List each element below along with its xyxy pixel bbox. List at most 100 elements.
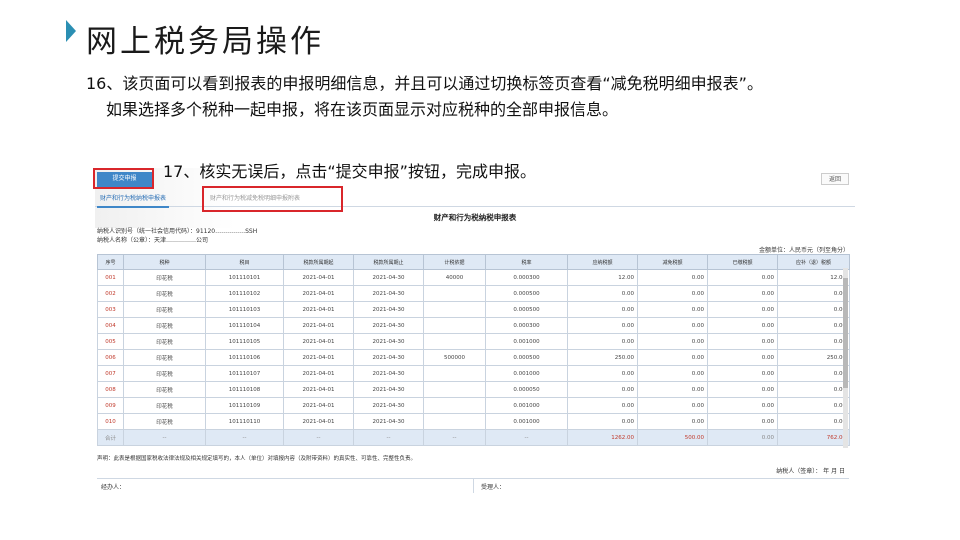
table-cell: 004 xyxy=(97,317,124,334)
table-cell: 009 xyxy=(97,397,124,414)
table-cell: 2021-04-30 xyxy=(353,301,424,318)
table-cell: 印花税 xyxy=(123,413,206,430)
table-cell: 002 xyxy=(97,285,124,302)
table-cell: 0.00 xyxy=(567,381,638,398)
tab-tax-declaration[interactable]: 财产和行为税纳税申报表 xyxy=(97,192,170,208)
table-cell xyxy=(423,333,486,350)
table-cell: 印花税 xyxy=(123,381,206,398)
table-cell: 2021-04-01 xyxy=(283,269,354,286)
column-header: 减免税额 xyxy=(637,254,708,270)
table-cell: 2021-04-01 xyxy=(283,413,354,430)
table-cell: 2021-04-30 xyxy=(353,365,424,382)
amount-unit: 金额单位：人民币元（列至角分） xyxy=(758,247,849,254)
table-row: 003 印花税 101110103 2021-04-01 2021-04-30 0.000… xyxy=(97,301,850,318)
table-cell xyxy=(423,301,486,318)
table-cell: 007 xyxy=(97,365,124,382)
table-cell: 101110101 xyxy=(205,269,284,286)
table-cell: 0.00 xyxy=(637,333,708,350)
table-cell: 印花税 xyxy=(123,317,206,334)
table-cell: 2021-04-30 xyxy=(353,317,424,334)
table-row: 006 印花税 101110106 2021-04-01 2021-04-30 50000… xyxy=(97,349,850,366)
column-header: 税种 xyxy=(123,254,206,270)
column-header: 应纳税额 xyxy=(567,254,638,270)
table-cell xyxy=(423,381,486,398)
table-cell: 0.00 xyxy=(637,413,708,430)
total-cell: -- xyxy=(423,429,486,446)
table-cell: 0.00 xyxy=(637,301,708,318)
table-cell: 250.00 xyxy=(777,349,850,366)
table-cell: 印花税 xyxy=(123,269,206,286)
table-cell xyxy=(423,317,486,334)
scroll-thumb[interactable] xyxy=(843,278,848,388)
table-cell: 40000 xyxy=(423,269,486,286)
table-cell: 2021-04-01 xyxy=(283,285,354,302)
signature-box: 经办人： 受理人： xyxy=(97,478,849,493)
table-cell: 0.00 xyxy=(567,365,638,382)
table-cell: 2021-04-01 xyxy=(283,397,354,414)
table-cell xyxy=(423,397,486,414)
table-cell: 0.000500 xyxy=(485,301,568,318)
table-row: 002 印花税 101110102 2021-04-01 2021-04-30 0.000… xyxy=(97,285,850,302)
table-cell: 0.00 xyxy=(707,301,778,318)
table-cell: 0.00 xyxy=(637,317,708,334)
declaration-table: 序号 税种 税目 税款所属期起 税款所属期止 计税依据 税率 应纳税额 减免税额 已缴税额 应补（退… xyxy=(97,254,850,446)
table-cell: 500000 xyxy=(423,349,486,366)
column-header: 税目 xyxy=(205,254,284,270)
table-cell: 0.00 xyxy=(637,365,708,382)
table-cell: 2021-04-30 xyxy=(353,397,424,414)
table-cell: 0.00 xyxy=(777,381,850,398)
relief-tab-highlight xyxy=(202,186,343,212)
table-cell: 0.00 xyxy=(567,413,638,430)
total-row: 合计 -- -- -- -- -- -- 1262.00 500.00 0.00 762.00 xyxy=(97,429,850,446)
step16-line1: 16、该页面可以看到报表的申报明细信息，并且可以通过切换标签页查看“减免税明细申… xyxy=(86,74,763,93)
table-cell: 2021-04-30 xyxy=(353,333,424,350)
table-cell: 008 xyxy=(97,381,124,398)
total-cell: -- xyxy=(283,429,354,446)
table-cell: 12.00 xyxy=(567,269,638,286)
agent-label: 经办人： xyxy=(101,484,126,491)
table-cell: 101110107 xyxy=(205,365,284,382)
table-cell: 001 xyxy=(97,269,124,286)
slide-title: 网上税务局操作 xyxy=(86,24,324,60)
return-button[interactable]: 返回 xyxy=(821,173,849,185)
total-cell: 0.00 xyxy=(707,429,778,446)
table-cell: 2021-04-01 xyxy=(283,365,354,382)
table-row: 009 印花税 101110109 2021-04-01 2021-04-30 0.001… xyxy=(97,397,850,414)
table-cell: 0.00 xyxy=(777,317,850,334)
table-cell: 101110105 xyxy=(205,333,284,350)
table-cell: 0.00 xyxy=(707,365,778,382)
column-header: 税款所属期止 xyxy=(353,254,424,270)
tax-report-screenshot: 提交申报 返回 财产和行为税纳税申报表 财产和行为税减免税明细申报附表 财产和行… xyxy=(95,168,855,493)
table-cell: 003 xyxy=(97,301,124,318)
table-cell: 印花税 xyxy=(123,349,206,366)
total-cell: 762.00 xyxy=(777,429,850,446)
table-cell: 印花税 xyxy=(123,333,206,350)
table-cell: 101110109 xyxy=(205,397,284,414)
table-cell: 0.001000 xyxy=(485,397,568,414)
table-cell: 0.00 xyxy=(777,413,850,430)
table-cell: 101110104 xyxy=(205,317,284,334)
column-header: 税率 xyxy=(485,254,568,270)
table-cell: 005 xyxy=(97,333,124,350)
total-cell: -- xyxy=(485,429,568,446)
table-cell: 250.00 xyxy=(567,349,638,366)
table-row: 005 印花税 101110105 2021-04-01 2021-04-30 0.001… xyxy=(97,333,850,350)
table-cell: 2021-04-01 xyxy=(283,301,354,318)
table-cell: 0.00 xyxy=(707,333,778,350)
taxpayer-name: 纳税人名称（公章）：天津……………公司 xyxy=(97,237,209,244)
table-cell: 0.00 xyxy=(777,397,850,414)
table-cell: 2021-04-01 xyxy=(283,381,354,398)
total-cell: 合计 xyxy=(97,429,124,446)
table-cell: 0.00 xyxy=(567,317,638,334)
table-scrollbar[interactable] xyxy=(843,268,848,448)
table-cell: 0.000050 xyxy=(485,381,568,398)
table-cell: 2021-04-01 xyxy=(283,317,354,334)
total-cell: 500.00 xyxy=(637,429,708,446)
table-cell: 0.001000 xyxy=(485,413,568,430)
table-cell: 2021-04-30 xyxy=(353,413,424,430)
report-title: 财产和行为税纳税申报表 xyxy=(433,213,517,222)
total-cell: -- xyxy=(353,429,424,446)
declaration-statement: 声明：此表是根据国家税收法律法规及相关规定填写的，本人（单位）对填报内容（及附带… xyxy=(97,456,417,462)
table-cell: 0.00 xyxy=(637,349,708,366)
table-cell: 0.00 xyxy=(777,333,850,350)
